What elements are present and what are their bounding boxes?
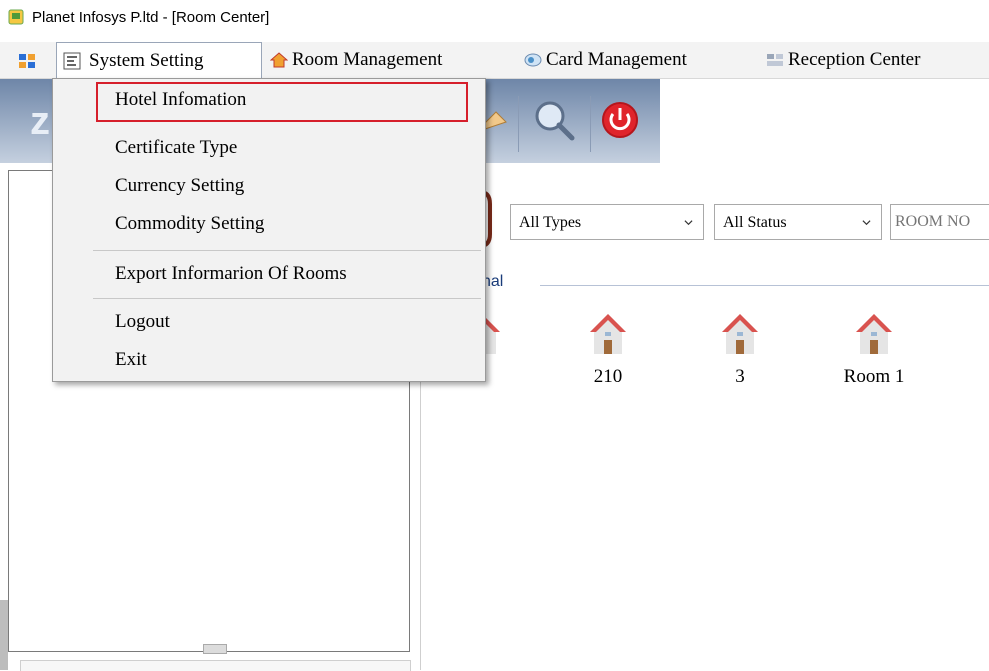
house-icon <box>856 314 892 354</box>
room-status-select[interactable]: All Status <box>714 204 882 240</box>
menu-system-setting[interactable]: System Setting <box>56 42 262 78</box>
menu-item-exit[interactable]: Exit <box>115 345 147 375</box>
room-view-area <box>420 170 989 670</box>
room-tile[interactable]: Room 1 <box>834 312 914 402</box>
menu-card-management[interactable]: Card Management <box>524 42 744 78</box>
room-status-value: All Status <box>723 214 787 231</box>
card-icon <box>524 53 542 67</box>
toolbar-separator <box>518 96 519 152</box>
room-type-value: All Types <box>519 214 582 231</box>
menu-separator <box>93 250 481 251</box>
house-icon <box>590 314 626 354</box>
room-number: 210 <box>593 366 623 387</box>
menu-reception-center[interactable]: Reception Center <box>766 42 976 78</box>
reception-icon <box>767 54 783 66</box>
menu-separator <box>93 298 481 299</box>
chevron-down-icon <box>684 220 693 226</box>
menu-label: Room Management <box>292 49 443 70</box>
menu-item-export-rooms[interactable]: Export Informarion Of Rooms <box>115 259 347 289</box>
collapse-handle[interactable] <box>203 644 227 654</box>
mdi-window-icon[interactable] <box>18 53 36 69</box>
app-icon <box>8 9 24 25</box>
menu-bar: System Setting Room Management Card Mana… <box>0 42 989 79</box>
power-icon[interactable] <box>598 92 644 150</box>
menu-item-currency-setting[interactable]: Currency Setting <box>115 171 244 201</box>
menu-room-management[interactable]: Room Management <box>270 42 500 78</box>
title-bar: Planet Infosys P.ltd - [Room Center] <box>0 0 989 36</box>
window-title: Planet Infosys P.ltd - [Room Center] <box>32 9 270 26</box>
menu-label: Reception Center <box>788 49 921 70</box>
house-icon <box>722 314 758 354</box>
menu-item-logout[interactable]: Logout <box>115 307 170 337</box>
room-type-select[interactable]: All Types <box>510 204 704 240</box>
room-number: Room 1 <box>843 366 905 387</box>
room-number-search[interactable] <box>890 204 989 240</box>
room-tile[interactable]: 3 <box>700 312 780 402</box>
left-edge-shadow <box>0 600 8 670</box>
house-icon <box>270 52 288 68</box>
highlight-box <box>96 82 468 122</box>
room-tile[interactable]: 210 <box>568 312 648 402</box>
menu-label: System Setting <box>89 50 204 71</box>
search-icon[interactable] <box>530 92 576 150</box>
toolbar-logo-glyph: z <box>30 99 50 143</box>
settings-icon <box>63 52 81 70</box>
menu-item-commodity-setting[interactable]: Commodity Setting <box>115 209 264 239</box>
menu-label: Card Management <box>546 49 687 70</box>
chevron-down-icon <box>862 220 871 226</box>
toolbar-separator <box>590 96 591 152</box>
menu-item-certificate-type[interactable]: Certificate Type <box>115 133 237 163</box>
system-setting-dropdown: Hotel Infomation Certificate Type Curren… <box>52 78 486 382</box>
left-panel-footer <box>20 660 411 671</box>
room-number: 3 <box>735 366 745 387</box>
group-divider <box>540 285 989 286</box>
